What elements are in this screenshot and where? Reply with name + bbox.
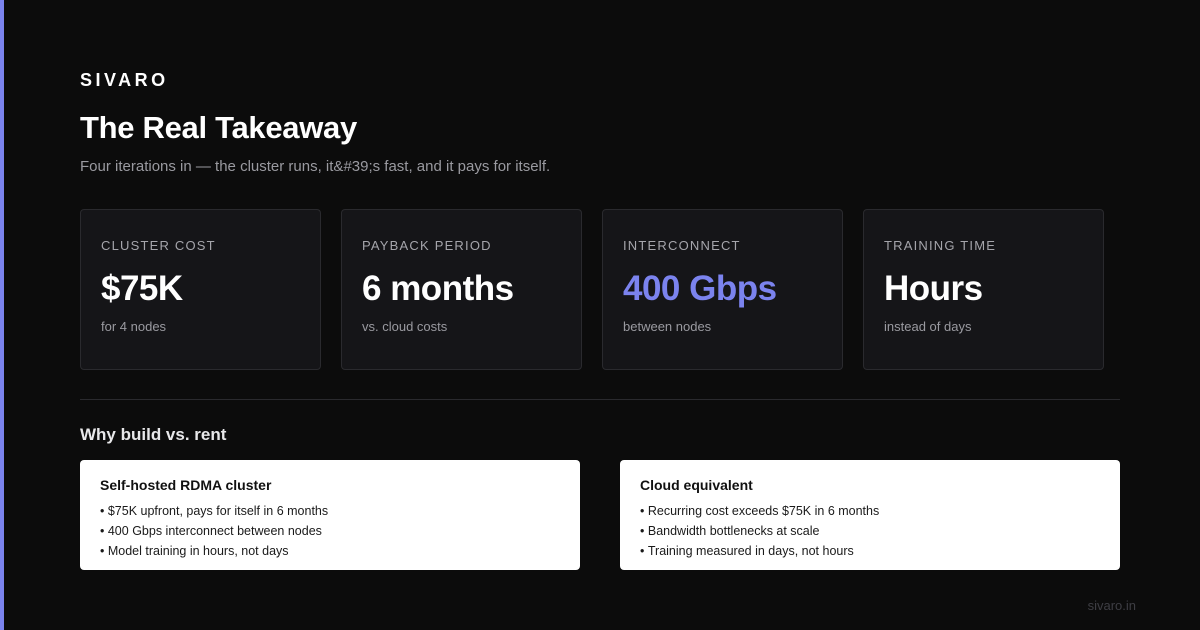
stat-label: TRAINING TIME — [884, 238, 997, 253]
stat-card-training-time: TRAINING TIME Hours instead of days — [863, 209, 1104, 370]
stat-value: $75K — [101, 269, 183, 308]
page-subtitle: Four iterations in — the cluster runs, i… — [80, 158, 551, 175]
stat-value: Hours — [884, 269, 983, 308]
stats-row: CLUSTER COST $75K for 4 nodes PAYBACK PE… — [80, 209, 1104, 370]
stat-label: PAYBACK PERIOD — [362, 238, 492, 253]
stat-label: INTERCONNECT — [623, 238, 741, 253]
comparison-card-self-hosted: Self-hosted RDMA cluster $75K upfront, p… — [80, 460, 580, 570]
footer-domain: sivaro.in — [1087, 598, 1136, 613]
section-heading: Why build vs. rent — [80, 425, 227, 444]
list-item: Model training in hours, not days — [100, 541, 560, 561]
comparison-title: Self-hosted RDMA cluster — [100, 477, 272, 493]
stat-note: between nodes — [623, 319, 712, 334]
list-item: Training measured in days, not hours — [640, 541, 1100, 561]
comparison-row: Self-hosted RDMA cluster $75K upfront, p… — [80, 460, 1120, 570]
accent-bar — [0, 0, 4, 630]
stat-note: for 4 nodes — [101, 319, 167, 334]
list-item: 400 Gbps interconnect between nodes — [100, 521, 560, 541]
comparison-card-cloud: Cloud equivalent Recurring cost exceeds … — [620, 460, 1120, 570]
stat-label: CLUSTER COST — [101, 238, 216, 253]
page-title: The Real Takeaway — [80, 110, 357, 145]
list-item: $75K upfront, pays for itself in 6 month… — [100, 501, 560, 521]
stat-value: 6 months — [362, 269, 514, 308]
stat-note: instead of days — [884, 319, 972, 334]
stat-note: vs. cloud costs — [362, 319, 448, 334]
comparison-list: $75K upfront, pays for itself in 6 month… — [100, 501, 560, 561]
stat-card-cluster-cost: CLUSTER COST $75K for 4 nodes — [80, 209, 321, 370]
brand-logo: SIVARO — [80, 70, 169, 90]
stat-value-highlighted: 400 Gbps — [623, 269, 777, 308]
list-item: Recurring cost exceeds $75K in 6 months — [640, 501, 1100, 521]
stat-card-payback-period: PAYBACK PERIOD 6 months vs. cloud costs — [341, 209, 582, 370]
section-divider — [80, 399, 1120, 400]
comparison-title: Cloud equivalent — [640, 477, 753, 493]
list-item: Bandwidth bottlenecks at scale — [640, 521, 1100, 541]
comparison-list: Recurring cost exceeds $75K in 6 months … — [640, 501, 1100, 561]
stat-card-interconnect: INTERCONNECT 400 Gbps between nodes — [602, 209, 843, 370]
